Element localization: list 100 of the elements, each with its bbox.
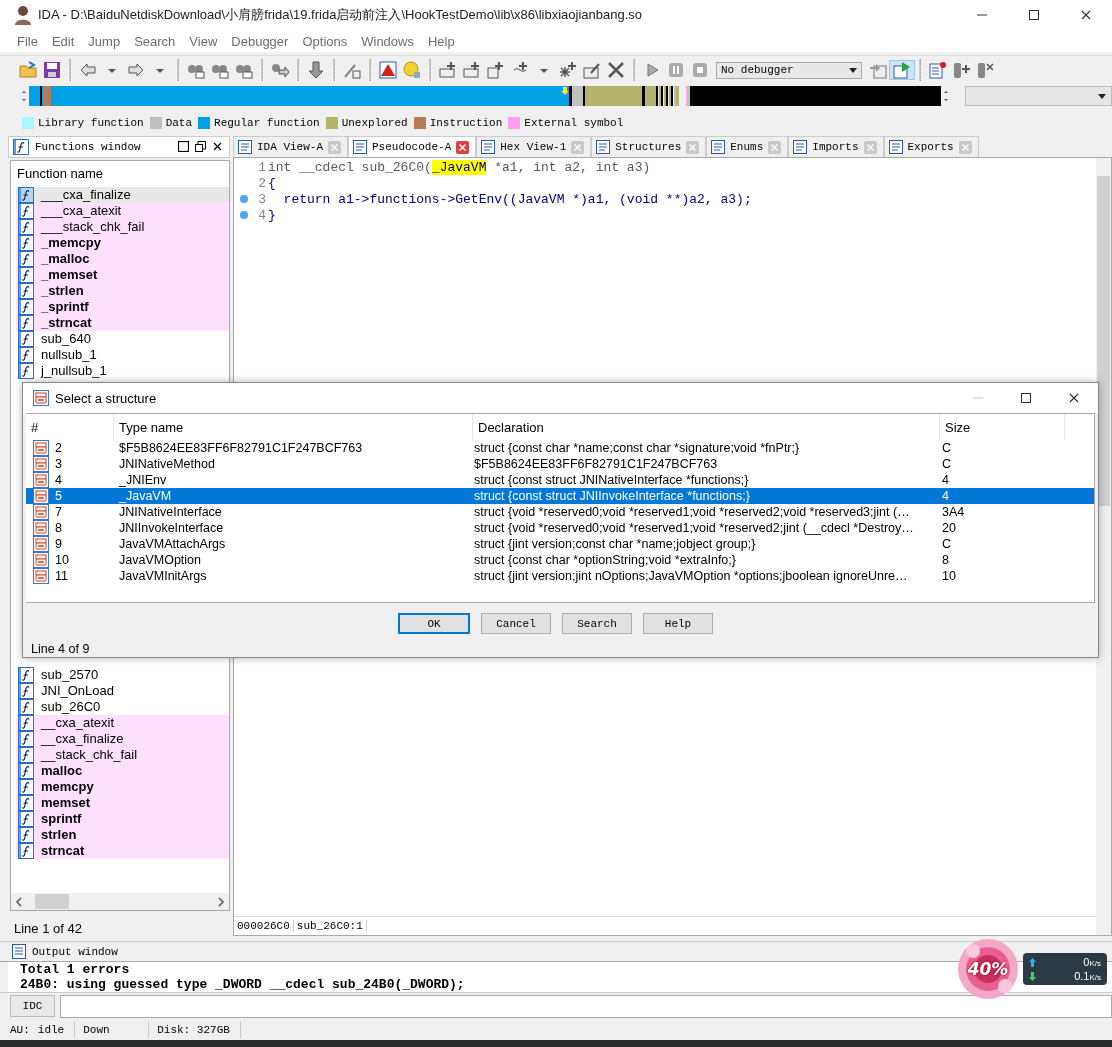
table-cell: 11 bbox=[55, 569, 68, 583]
function-row[interactable]: __cxa_atexit bbox=[16, 714, 229, 731]
menu-item[interactable]: Edit bbox=[44, 33, 82, 49]
tab[interactable]: Hex View-1 bbox=[476, 136, 592, 157]
function-icon bbox=[18, 298, 34, 315]
line-number: 2 bbox=[257, 175, 266, 191]
function-row[interactable]: sub_26C0 bbox=[16, 698, 229, 715]
structure-row[interactable]: 2 $F5B8624EE83FF6F82791C1F247BCF763 struct {const char *name;const char *signature;void *fnPtr;} C bbox=[26, 440, 1094, 456]
close-icon[interactable] bbox=[212, 141, 223, 153]
tab[interactable]: IDA View-A bbox=[233, 136, 348, 157]
column-header: Function name bbox=[16, 165, 104, 184]
function-row[interactable]: sub_2570 bbox=[16, 666, 229, 683]
close-icon[interactable] bbox=[1068, 392, 1080, 404]
function-icon bbox=[18, 682, 34, 699]
structure-row[interactable]: 3 JNINativeMethod $F5B8624EE83FF6F82791C1F247BCF763 C bbox=[26, 456, 1094, 472]
function-row[interactable]: j_nullsub_1 bbox=[16, 362, 229, 379]
structure-row[interactable]: 8 JNIInvokeInterface struct {void *reserved0;void *reserved1;void *reserved2;jint (__cdecl *Destroy… 20 bbox=[26, 520, 1094, 536]
scroll-right-icon[interactable] bbox=[217, 896, 225, 907]
add-breakpoint-icon[interactable] bbox=[953, 61, 971, 79]
code-line: return a1->functions->GetEnv((JavaVM *)a1, (void **)a2, a3); bbox=[282, 191, 752, 207]
table-cell: 2 bbox=[55, 441, 62, 455]
tab-close-icon[interactable] bbox=[456, 140, 470, 154]
open-folder-icon[interactable] bbox=[19, 61, 37, 79]
function-row[interactable]: sub_640 bbox=[16, 330, 229, 347]
column-header[interactable]: Declaration bbox=[473, 414, 940, 440]
breakpoint-list-icon[interactable] bbox=[929, 61, 947, 79]
menu-item[interactable]: View bbox=[182, 33, 225, 49]
status-text: Line 1 of 42 bbox=[13, 920, 83, 936]
structure-row[interactable]: 9 JavaVMAttachArgs struct {jint version;const char *name;jobject group;} C bbox=[26, 536, 1094, 552]
document-icon bbox=[793, 140, 808, 154]
legend-label: Library function bbox=[38, 117, 144, 129]
function-row[interactable]: nullsub_1 bbox=[16, 346, 229, 363]
structure-icon bbox=[33, 552, 49, 568]
dialog-button[interactable]: Search bbox=[562, 613, 632, 634]
warning-icon[interactable] bbox=[379, 61, 397, 79]
structure-row[interactable]: 5 _JavaVM struct {const struct JNIInvokeInterface *functions;} 4 bbox=[26, 488, 1094, 504]
idc-button[interactable]: IDC bbox=[10, 995, 55, 1017]
status-text: Line 4 of 9 bbox=[30, 641, 91, 656]
legend-label: Regular function bbox=[214, 117, 320, 129]
scrollbar-thumb[interactable] bbox=[1097, 176, 1110, 506]
function-row[interactable]: ___cxa_finalize bbox=[16, 186, 229, 203]
tab[interactable]: Structures bbox=[591, 136, 707, 157]
tab[interactable]: Pseudocode-A bbox=[348, 136, 477, 157]
structure-row[interactable]: 10 JavaVMOption struct {const char *optionString;void *extraInfo;} 8 bbox=[26, 552, 1094, 568]
menu-item[interactable]: Debugger bbox=[224, 33, 296, 49]
menu-item[interactable]: Options bbox=[295, 33, 355, 49]
menu-item[interactable]: File bbox=[10, 33, 45, 49]
back-arrow-icon[interactable] bbox=[79, 61, 97, 79]
dialog-button[interactable]: OK bbox=[398, 613, 470, 634]
maximize-icon[interactable] bbox=[1028, 9, 1040, 21]
function-name: sprintf bbox=[41, 811, 82, 827]
function-icon bbox=[18, 778, 34, 795]
debugger-select[interactable]: No debugger bbox=[716, 61, 862, 79]
tab[interactable]: Enums bbox=[706, 136, 789, 157]
down-arrow-icon[interactable] bbox=[307, 61, 325, 79]
maximize-icon[interactable] bbox=[178, 141, 189, 153]
table-cell-text: struct {const struct JNIInvokeInterface *functions;} bbox=[473, 489, 751, 503]
save-icon[interactable] bbox=[43, 61, 61, 79]
function-icon bbox=[18, 714, 34, 731]
structure-row[interactable]: 11 JavaVMInitArgs struct {jint version;jint nOptions;JavaVMOption *options;jboolean ignoreUnre… 10 bbox=[26, 568, 1094, 584]
dialog-button[interactable]: Help bbox=[643, 613, 713, 634]
table-cell-text: 4 bbox=[941, 473, 950, 487]
restore-icon[interactable] bbox=[195, 141, 206, 153]
remove-breakpoint-icon[interactable] bbox=[977, 61, 995, 79]
table-cell-text: _JavaVM bbox=[118, 489, 173, 503]
binoculars-arrow-icon[interactable] bbox=[271, 61, 289, 79]
code-plus-icon[interactable] bbox=[439, 61, 457, 79]
delete-icon[interactable] bbox=[607, 61, 625, 79]
line-number: 4 bbox=[257, 207, 266, 223]
data-plus-icon[interactable] bbox=[463, 61, 481, 79]
menu-item[interactable]: Help bbox=[421, 33, 462, 49]
status-text: idle bbox=[37, 1021, 76, 1038]
run-document-icon[interactable] bbox=[893, 61, 911, 79]
close-icon[interactable] bbox=[1080, 9, 1092, 21]
dropdown-caret-icon bbox=[1098, 93, 1106, 99]
menu-item[interactable]: Windows bbox=[354, 33, 421, 49]
text-plus-icon[interactable] bbox=[487, 61, 505, 79]
flower-badge-drawing bbox=[955, 936, 1021, 1002]
document-icon bbox=[238, 140, 252, 154]
forward-arrow-icon[interactable] bbox=[127, 61, 145, 79]
structure-row[interactable]: 7 JNINativeInterface struct {void *reserved0;void *reserved1;void *reserved2;void *reserved3;jint (… 3A4 bbox=[26, 504, 1094, 520]
tab[interactable]: Exports bbox=[883, 136, 979, 157]
scroll-left-icon[interactable] bbox=[15, 896, 23, 907]
scrollbar-thumb[interactable] bbox=[35, 894, 69, 909]
dialog-button[interactable]: Cancel bbox=[481, 613, 551, 634]
tab[interactable]: Imports bbox=[788, 136, 884, 157]
asterisk-plus-icon[interactable] bbox=[559, 61, 577, 79]
table-cell: 4 bbox=[55, 473, 62, 487]
structure-icon bbox=[33, 504, 49, 520]
column-header[interactable]: Type name bbox=[114, 414, 473, 440]
function-row[interactable]: JNI_OnLoad bbox=[16, 682, 229, 699]
structure-row[interactable]: 4 _JNIEnv struct {const struct JNINativeInterface *functions;} 4 bbox=[26, 472, 1094, 488]
status-cell: 000026C0 bbox=[234, 920, 294, 932]
maximize-icon[interactable] bbox=[1020, 392, 1032, 404]
function-icon bbox=[18, 826, 34, 843]
edit-icon[interactable] bbox=[583, 61, 601, 79]
command-field[interactable] bbox=[60, 994, 1112, 1018]
column-header[interactable]: Size bbox=[940, 414, 1065, 440]
menu-item[interactable]: Search bbox=[127, 33, 183, 49]
menu-item[interactable]: Jump bbox=[81, 33, 128, 49]
